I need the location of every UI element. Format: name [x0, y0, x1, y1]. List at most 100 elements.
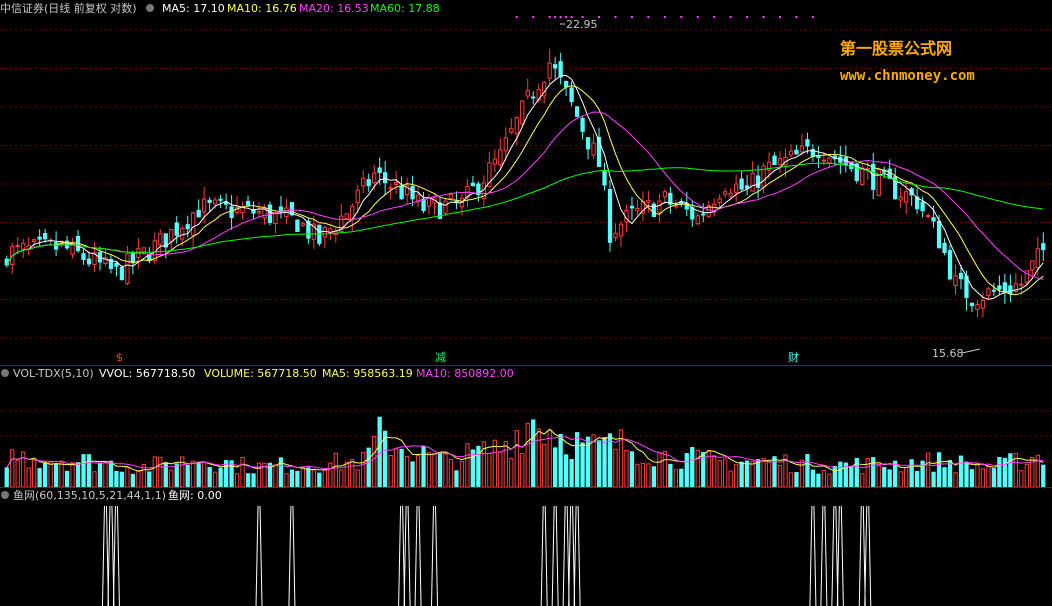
- volume-bar: [629, 451, 635, 488]
- candle-body: [635, 207, 640, 212]
- candle-body: [772, 155, 777, 166]
- volume-bar: [218, 467, 223, 488]
- signal-dot: [630, 16, 633, 18]
- candle-body: [174, 222, 179, 236]
- volume-bar: [1019, 470, 1024, 488]
- volume-bar: [53, 463, 59, 488]
- candle-body: [130, 251, 136, 264]
- volume-bar: [152, 456, 157, 488]
- volume-bar: [646, 463, 651, 488]
- volume-bar: [969, 469, 975, 488]
- candle-body: [646, 199, 651, 203]
- ma5-line: [6, 74, 1044, 300]
- volume-bar: [898, 471, 903, 488]
- indicator-settings-icon[interactable]: [1, 491, 9, 499]
- volume-bar: [393, 448, 399, 488]
- volume-bar: [426, 452, 432, 488]
- volume-bar: [404, 456, 410, 488]
- candle-body: [997, 285, 1002, 290]
- stock-chart[interactable]: 中信证券(日线 前复权 对数) MA5: 17.10 MA10: 16.76 M…: [0, 0, 1052, 606]
- candle-body: [81, 253, 86, 261]
- candle-body: [355, 189, 360, 204]
- signal-dots: [515, 16, 814, 18]
- candle-body: [202, 198, 207, 213]
- volume-indicator-name: VOL-TDX(5,10): [13, 367, 94, 380]
- volume-settings-icon[interactable]: [1, 369, 9, 377]
- signal-dot: [598, 16, 601, 18]
- volume-bar: [196, 462, 201, 488]
- volume-bar: [991, 468, 997, 488]
- event-marker-reduce[interactable]: 减: [435, 351, 446, 364]
- candle-body: [372, 172, 377, 184]
- fishnet-signal: [562, 505, 570, 606]
- volume-bar: [514, 430, 519, 488]
- fishnet-signal: [858, 505, 866, 606]
- volume-bar: [964, 461, 969, 488]
- volume-bar: [355, 469, 360, 488]
- fishnet-signal: [107, 505, 115, 606]
- volume-bar: [26, 467, 31, 488]
- fishnet-signal-lines: [101, 505, 872, 606]
- volume-bar: [37, 468, 42, 488]
- volume-bar: [306, 467, 311, 488]
- volume-bar: [361, 452, 366, 488]
- candle-body: [958, 272, 964, 280]
- signal-dot: [811, 16, 814, 18]
- ma20-label: MA20: 16.53: [299, 2, 369, 15]
- volume-bar: [4, 467, 9, 488]
- volume-bar: [882, 467, 887, 488]
- candle-body: [662, 191, 667, 198]
- candle-body: [618, 223, 624, 237]
- volume-bar: [130, 473, 136, 488]
- signal-dot: [515, 16, 518, 18]
- low-arrow: [961, 348, 981, 354]
- volume-bar: [986, 465, 991, 488]
- candle-body: [223, 202, 229, 205]
- candle-body: [755, 175, 761, 188]
- volume-bar: [777, 464, 783, 488]
- candle-body: [383, 172, 388, 184]
- candle-body: [278, 206, 284, 211]
- watermark-title: 第一股票公式网: [840, 39, 952, 58]
- signal-dot: [713, 16, 716, 18]
- candle-body: [393, 182, 399, 186]
- volume-bar: [613, 448, 618, 488]
- fishnet-signal: [431, 505, 439, 606]
- candle-body: [245, 200, 251, 206]
- settings-icon[interactable]: [146, 4, 154, 12]
- volume-bar: [229, 460, 234, 488]
- volume-label: VOLUME: 567718.50: [204, 367, 317, 380]
- volume-bar: [169, 469, 174, 488]
- volume-bar: [191, 460, 196, 488]
- candle-body: [717, 198, 722, 204]
- candle-body: [448, 194, 454, 199]
- volume-bar: [668, 463, 673, 488]
- volume-bar: [372, 436, 377, 488]
- event-marker-finance[interactable]: 财: [788, 350, 799, 364]
- volume-bar: [1024, 464, 1029, 488]
- volume-bar: [443, 453, 448, 488]
- candle-body: [207, 199, 212, 203]
- fishnet-signal: [831, 505, 839, 606]
- candle-body: [602, 170, 607, 186]
- candle-body: [827, 157, 832, 164]
- candle-body: [991, 289, 997, 292]
- candle-body: [920, 201, 925, 212]
- ma60-label: MA60: 17.88: [370, 2, 440, 15]
- volume-bar: [624, 450, 629, 488]
- candle-body: [180, 227, 185, 240]
- volume-bar: [542, 443, 547, 488]
- candle-body: [525, 90, 530, 97]
- volume-bar: [717, 459, 722, 488]
- candle-body: [585, 137, 591, 150]
- signal-dot: [746, 16, 749, 18]
- volume-bar: [366, 447, 371, 488]
- volume-bar: [563, 454, 569, 488]
- event-marker-dividend[interactable]: $: [116, 351, 123, 364]
- volume-bar: [470, 449, 476, 488]
- volume-bar: [437, 452, 443, 488]
- candle-body: [1002, 282, 1008, 293]
- volume-bar: [498, 451, 503, 488]
- volume-bar: [174, 463, 179, 488]
- volume-bar: [454, 470, 459, 488]
